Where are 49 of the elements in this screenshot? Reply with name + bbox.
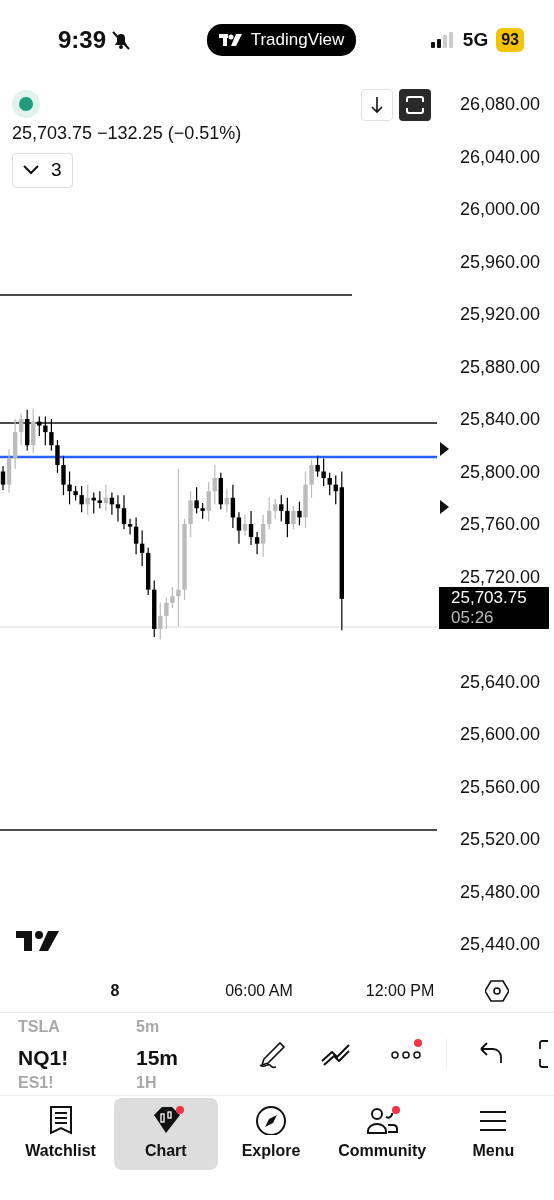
time-label: 06:00 AM [225, 981, 293, 1001]
clock-time: 9:39 [58, 25, 107, 55]
tab-item[interactable]: Community [324, 1098, 441, 1170]
marker-icon [440, 442, 449, 456]
price-label: 25,520.00 [459, 827, 540, 851]
tab-item[interactable]: Explore [218, 1098, 323, 1170]
price-label: 26,040.00 [459, 145, 540, 168]
price-label: 26,080.00 [459, 92, 540, 116]
pen-icon[interactable] [256, 1039, 288, 1069]
price-label: 25,720.00 [459, 565, 540, 588]
logo-icon [16, 930, 60, 952]
collapse-button[interactable]: 3 [12, 153, 73, 188]
price-label: 25,880.00 [459, 355, 540, 378]
price-change: 25,703.75 −132.25 (−0.51%) [12, 122, 242, 145]
price-tag: 25,703.75 05:26 [439, 587, 549, 629]
price-label: 25,640.00 [459, 670, 540, 693]
picker-option[interactable]: 15m [136, 1042, 179, 1074]
price-label: 25,600.00 [459, 722, 540, 746]
price-label: 25,760.00 [459, 512, 540, 536]
network-label: 5G [462, 27, 489, 52]
price-label: 25,440.00 [459, 932, 540, 956]
signal-icon [430, 32, 455, 48]
app-pill: TradingView [206, 24, 357, 56]
fullscreen-button[interactable] [399, 89, 431, 121]
price-label: 25,800.00 [459, 460, 540, 483]
price-label: 25,560.00 [459, 775, 540, 798]
price-label: 25,840.00 [459, 407, 540, 431]
logo-icon [218, 33, 243, 47]
people-icon [366, 1105, 399, 1135]
time-label: 8 [110, 981, 120, 1001]
status-dot [12, 90, 40, 118]
tab-item[interactable]: Watchlist [8, 1098, 113, 1170]
fullscreen-icon [405, 96, 425, 114]
price-label: 25,480.00 [459, 880, 540, 903]
picker-option[interactable]: NQ1! [18, 1042, 69, 1074]
price-label: 25,920.00 [459, 302, 540, 326]
scroll-down-button[interactable] [361, 89, 393, 121]
settings-icon[interactable] [485, 980, 509, 1002]
price-label: 25,960.00 [459, 250, 540, 273]
compass-icon [254, 1105, 287, 1135]
chevron-down-icon [23, 165, 39, 176]
tab-item[interactable]: Menu [441, 1098, 546, 1170]
marker-icon [440, 500, 449, 514]
time-label: 12:00 PM [365, 981, 435, 1001]
battery-level: 93 [496, 28, 524, 52]
price-label: 26,000.00 [459, 197, 540, 221]
arrow-down-icon [370, 96, 384, 114]
horizontal-line[interactable] [0, 422, 438, 424]
tab-item[interactable]: Chart [113, 1098, 218, 1170]
